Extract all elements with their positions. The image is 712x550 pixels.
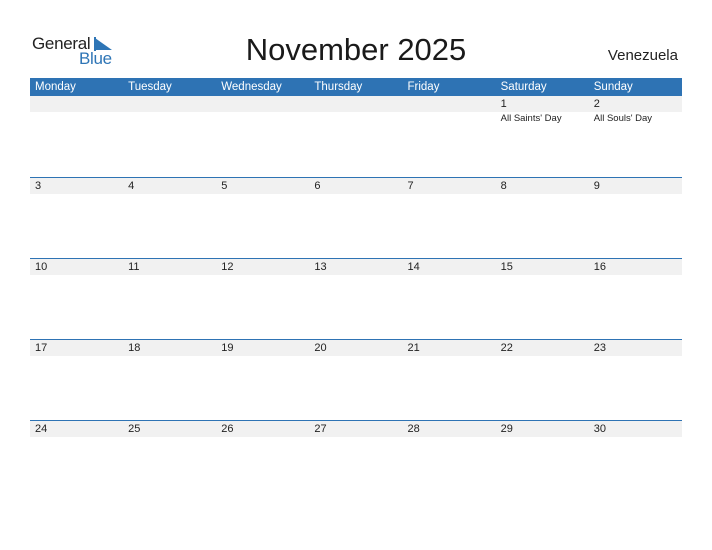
day-number: 29	[500, 423, 513, 435]
day-cell	[123, 96, 216, 124]
day-cell: 6	[309, 178, 402, 194]
day-cell	[30, 96, 123, 124]
day-number: 22	[500, 342, 513, 354]
day-number: 28	[407, 423, 420, 435]
day-cell: 29	[496, 421, 589, 437]
day-number	[314, 96, 402, 112]
day-cell	[403, 96, 496, 124]
day-cell: 30	[589, 421, 682, 437]
week-row: 10 11 12 13 14 15 16	[30, 258, 682, 339]
day-cell: 21	[403, 340, 496, 356]
weekday-monday: Monday	[35, 81, 76, 93]
day-cell: 1 All Saints' Day	[496, 96, 589, 124]
day-cell	[309, 96, 402, 124]
week-cells: 24 25 26 27 28 29 30	[30, 421, 682, 437]
day-number: 6	[314, 180, 321, 192]
weekday-tuesday: Tuesday	[128, 81, 172, 93]
country-label: Venezuela	[607, 47, 678, 64]
day-cell: 26	[216, 421, 309, 437]
day-cell: 23	[589, 340, 682, 356]
day-cell: 19	[216, 340, 309, 356]
day-number: 11	[128, 261, 140, 273]
day-cell: 13	[309, 259, 402, 275]
weekday-header: Monday Tuesday Wednesday Thursday Friday…	[30, 78, 682, 96]
day-number: 25	[128, 423, 141, 435]
day-number: 26	[221, 423, 234, 435]
day-number: 21	[407, 342, 420, 354]
day-cell: 3	[30, 178, 123, 194]
day-number: 13	[314, 261, 327, 273]
day-cell: 2 All Souls' Day	[589, 96, 682, 124]
day-number: 9	[593, 180, 600, 192]
day-number: 19	[221, 342, 234, 354]
day-cell: 5	[216, 178, 309, 194]
day-number	[128, 96, 216, 112]
day-number: 12	[221, 261, 234, 273]
day-number: 16	[593, 261, 606, 273]
day-cell: 18	[123, 340, 216, 356]
day-cell: 9	[589, 178, 682, 194]
weekday-saturday: Saturday	[500, 81, 547, 93]
day-number: 15	[500, 261, 513, 273]
day-number: 10	[35, 261, 48, 273]
calendar-grid: Monday Tuesday Wednesday Thursday Friday…	[30, 78, 682, 501]
day-cell: 25	[123, 421, 216, 437]
day-number: 7	[407, 180, 414, 192]
day-cell: 20	[309, 340, 402, 356]
day-cell: 12	[216, 259, 309, 275]
day-cell: 8	[496, 178, 589, 194]
weekday-friday: Friday	[407, 81, 440, 93]
day-cell: 7	[403, 178, 496, 194]
day-number: 2	[593, 98, 600, 110]
day-cell: 14	[403, 259, 496, 275]
day-cell: 15	[496, 259, 589, 275]
day-cell: 22	[496, 340, 589, 356]
day-cell: 11	[123, 259, 216, 275]
day-number: 8	[500, 180, 507, 192]
day-number: 3	[35, 180, 42, 192]
day-cell	[216, 96, 309, 124]
holiday-label: All Souls' Day	[593, 113, 653, 124]
day-number: 17	[35, 342, 48, 354]
day-cell: 27	[309, 421, 402, 437]
day-number: 14	[407, 261, 420, 273]
day-cell: 28	[403, 421, 496, 437]
week-row: 17 18 19 20 21 22 23	[30, 339, 682, 420]
day-number: 18	[128, 342, 141, 354]
weekday-wednesday: Wednesday	[221, 81, 282, 93]
week-row: 3 4 5 6 7 8 9	[30, 177, 682, 258]
weekday-thursday: Thursday	[314, 81, 363, 93]
weekday-sunday: Sunday	[593, 81, 633, 93]
day-number	[35, 96, 123, 112]
week-cells: 1 All Saints' Day 2 All Souls' Day	[30, 96, 682, 124]
week-cells: 3 4 5 6 7 8 9	[30, 178, 682, 194]
day-number	[408, 96, 496, 112]
day-number: 24	[35, 423, 48, 435]
holiday-label: All Saints' Day	[500, 113, 562, 124]
day-number: 4	[128, 180, 135, 192]
week-cells: 10 11 12 13 14 15 16	[30, 259, 682, 275]
week-row: 1 All Saints' Day 2 All Souls' Day	[30, 96, 682, 177]
day-cell: 24	[30, 421, 123, 437]
day-cell: 17	[30, 340, 123, 356]
week-cells: 17 18 19 20 21 22 23	[30, 340, 682, 356]
day-number	[221, 96, 309, 112]
day-number: 1	[500, 98, 507, 110]
day-number: 23	[593, 342, 606, 354]
day-cell: 10	[30, 259, 123, 275]
day-number: 30	[593, 423, 606, 435]
day-number: 20	[314, 342, 327, 354]
weeks-container: 1 All Saints' Day 2 All Souls' Day 3 4 5 6 7 8 9 10…	[30, 96, 682, 501]
calendar-title: November 2025	[245, 32, 467, 67]
week-row: 24 25 26 27 28 29 30	[30, 420, 682, 501]
day-cell: 16	[589, 259, 682, 275]
day-number: 27	[314, 423, 327, 435]
day-cell: 4	[123, 178, 216, 194]
day-number: 5	[221, 180, 228, 192]
